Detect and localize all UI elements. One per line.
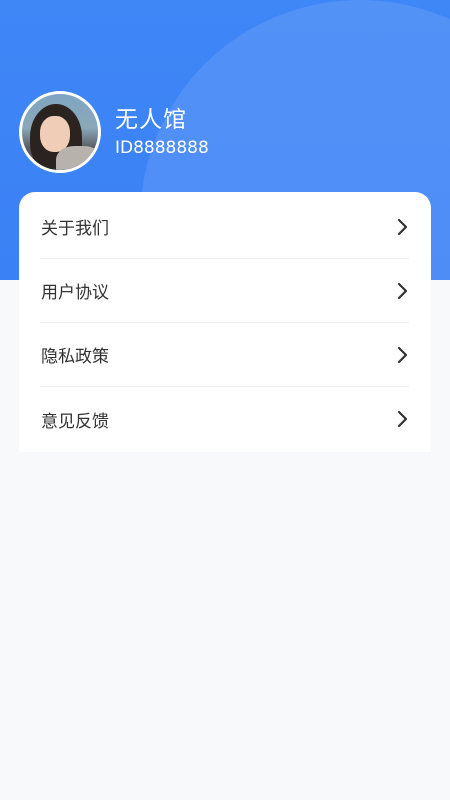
chevron-right-icon (395, 282, 409, 300)
menu-item-label: 关于我们 (41, 219, 109, 239)
chevron-right-icon (395, 218, 409, 236)
menu-item-user-agreement[interactable]: 用户协议 (41, 259, 409, 323)
user-id: ID8888888 (115, 138, 209, 158)
menu-item-label: 用户协议 (41, 283, 109, 303)
menu-item-label: 意见反馈 (41, 411, 109, 432)
profile-info: 无人馆 ID8888888 (115, 105, 209, 159)
menu-item-label: 隐私政策 (41, 347, 109, 367)
menu-card: 关于我们 用户协议 隐私政策 意见反馈 (19, 192, 431, 452)
chevron-right-icon (395, 346, 409, 364)
menu-item-feedback[interactable]: 意见反馈 (41, 387, 409, 451)
username: 无人馆 (115, 107, 187, 133)
menu-item-privacy-policy[interactable]: 隐私政策 (41, 323, 409, 387)
avatar[interactable] (19, 91, 101, 173)
menu-item-about-us[interactable]: 关于我们 (41, 195, 409, 259)
chevron-right-icon (395, 410, 409, 428)
profile-section: 无人馆 ID8888888 (19, 91, 209, 173)
